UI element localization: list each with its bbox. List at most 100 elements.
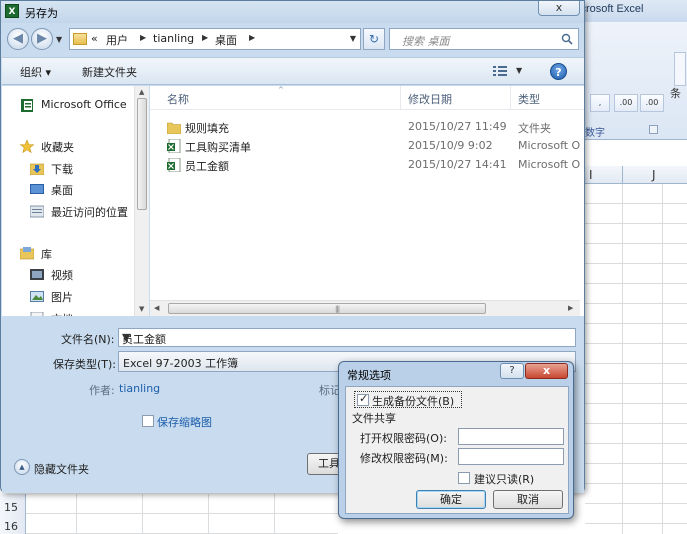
scroll-up-icon[interactable]: ▲	[139, 88, 144, 96]
readonly-checkbox[interactable]	[458, 472, 470, 484]
recent-pages-dropdown-icon[interactable]: ▼	[56, 35, 62, 44]
chevron-down-icon[interactable]: ▼	[350, 34, 356, 43]
readonly-label[interactable]: 建议只读(R)	[474, 471, 534, 487]
file-list-header: ^ 名称 修改日期 类型	[150, 86, 584, 110]
save-thumbnail-label[interactable]: 保存缩略图	[157, 414, 212, 430]
ok-button[interactable]: 确定	[416, 490, 486, 509]
decrease-decimal-button[interactable]: .00	[640, 94, 664, 112]
chevron-up-icon: ▲	[19, 463, 25, 471]
library-icon	[20, 247, 34, 260]
save-thumbnail-checkbox[interactable]	[142, 415, 154, 427]
forward-button[interactable]: ▶	[31, 28, 53, 50]
close-button[interactable]: x	[525, 363, 568, 379]
filename-field[interactable]: 员工金额 ▼	[118, 328, 576, 347]
breadcrumb-users[interactable]: 用户	[106, 32, 128, 48]
file-modified: 2015/10/27 14:41	[408, 158, 507, 171]
help-button[interactable]: ?	[550, 63, 567, 80]
backup-checkbox[interactable]: ✓	[357, 392, 369, 406]
command-bar: 组织 ▾ 新建文件夹 ▼ ?	[2, 57, 584, 85]
modify-password-field[interactable]	[458, 448, 564, 465]
file-type: 文件夹	[518, 122, 551, 135]
video-icon	[30, 269, 44, 280]
search-icon	[561, 33, 573, 45]
refresh-button[interactable]: ↻	[363, 28, 385, 50]
nav-item-label: 收藏夹	[41, 141, 74, 154]
nav-item-label: 库	[41, 248, 52, 261]
excel-app-icon: X	[5, 4, 19, 18]
scrollbar-thumb[interactable]	[137, 98, 147, 210]
file-list: ^ 名称 修改日期 类型 规则填充 2015/10/27 11:49 文件夹 工…	[150, 86, 584, 316]
dialog-launcher-icon[interactable]	[649, 125, 658, 134]
file-row[interactable]: 员工金额 2015/10/27 14:41 Microsoft O	[150, 156, 584, 175]
file-list-hscrollbar[interactable]: ◀ ||| ▶	[150, 300, 580, 316]
file-row[interactable]: 工具购买清单 2015/10/9 9:02 Microsoft O	[150, 137, 584, 156]
help-button[interactable]: ?	[500, 363, 524, 379]
search-input[interactable]: 搜索 桌面	[389, 28, 579, 50]
scroll-left-icon[interactable]: ◀	[154, 304, 159, 312]
increase-decimal-button[interactable]: .00	[614, 94, 638, 112]
scroll-right-icon[interactable]: ▶	[568, 304, 573, 312]
nav-pane-scrollbar[interactable]: ▲ ▼	[134, 86, 149, 316]
scrollbar-thumb[interactable]: |||	[168, 303, 486, 314]
recent-places-icon	[30, 205, 44, 218]
close-button[interactable]: x	[538, 1, 580, 16]
view-options-icon[interactable]	[493, 65, 507, 77]
column-name[interactable]: 名称	[167, 91, 189, 107]
chevron-right-icon[interactable]: ▶	[249, 33, 255, 42]
column-header-i[interactable]: I	[589, 168, 593, 182]
navigation-pane: Microsoft Office 收藏夹 下载 桌面 最近访问的位置 库 视频	[2, 86, 149, 316]
chevron-down-icon[interactable]: ▼	[516, 66, 522, 75]
refresh-icon: ↻	[368, 32, 380, 46]
nav-item-label: 视频	[51, 269, 73, 282]
organize-button[interactable]: 组织 ▾	[20, 64, 51, 80]
file-name: 员工金额	[185, 160, 229, 173]
modify-password-label: 修改权限密码(M):	[360, 452, 448, 465]
checkmark-icon: ✓	[359, 392, 369, 405]
arrow-right-icon: ▶	[37, 31, 47, 46]
backup-label[interactable]: 生成备份文件(B)	[372, 393, 454, 409]
comma-style-button[interactable]: ,	[590, 94, 610, 112]
breadcrumb-tianling[interactable]: tianling	[153, 32, 194, 45]
excel-title: icrosoft Excel	[578, 3, 644, 15]
chevron-right-icon[interactable]: ▶	[140, 33, 146, 42]
row-header-15[interactable]: 15	[4, 501, 18, 514]
cell-grid-bottom[interactable]	[26, 494, 338, 534]
open-password-field[interactable]	[458, 428, 564, 445]
column-header-j[interactable]: J	[652, 168, 656, 182]
column-type[interactable]: 类型	[518, 91, 540, 107]
chevron-down-icon[interactable]: ▼	[122, 331, 571, 344]
column-header-bar: I J	[585, 166, 687, 184]
cancel-button[interactable]: 取消	[493, 490, 563, 509]
nav-item-label: 文档	[51, 311, 73, 316]
scroll-down-icon[interactable]: ▼	[139, 305, 144, 313]
download-folder-icon	[30, 163, 44, 175]
back-button[interactable]: ◀	[7, 28, 29, 50]
file-name: 规则填充	[185, 122, 229, 135]
cell-grid[interactable]	[585, 184, 687, 534]
breadcrumb-overflow[interactable]: «	[91, 32, 98, 45]
sort-ascending-icon: ^	[278, 86, 284, 94]
general-options-body: ✓ 生成备份文件(B) 文件共享 打开权限密码(O): 修改权限密码(M): 建…	[345, 386, 569, 514]
hide-folders-button[interactable]: ▲	[14, 459, 30, 475]
row-header-16[interactable]: 16	[4, 520, 18, 533]
dialog-title: 常规选项	[347, 369, 391, 382]
file-type: Microsoft O	[518, 158, 581, 171]
file-row[interactable]: 规则填充 2015/10/27 11:49 文件夹	[150, 118, 584, 137]
new-folder-button[interactable]: 新建文件夹	[82, 64, 137, 80]
breadcrumb-desktop[interactable]: 桌面	[215, 32, 237, 48]
hide-folders-label[interactable]: 隐藏文件夹	[34, 461, 89, 477]
excel-file-icon	[167, 139, 181, 153]
star-icon	[20, 140, 34, 153]
save-type-label: 保存类型(T):	[53, 358, 117, 371]
open-password-label: 打开权限密码(O):	[360, 432, 447, 445]
author-value[interactable]: tianling	[119, 382, 160, 395]
address-bar[interactable]: « 用户 ▶ tianling ▶ 桌面 ▶ ▼	[69, 28, 361, 50]
desktop-icon	[30, 184, 44, 194]
dialog-title: 另存为	[25, 7, 58, 20]
column-modified[interactable]: 修改日期	[408, 91, 452, 107]
save-type-value: Excel 97-2003 工作簿	[123, 357, 239, 370]
dialog-titlebar[interactable]: X 另存为 x	[1, 1, 584, 23]
chevron-right-icon[interactable]: ▶	[202, 33, 208, 42]
ribbon-partial-label: 条	[670, 87, 681, 100]
ribbon-gallery-scroll[interactable]	[674, 52, 686, 86]
